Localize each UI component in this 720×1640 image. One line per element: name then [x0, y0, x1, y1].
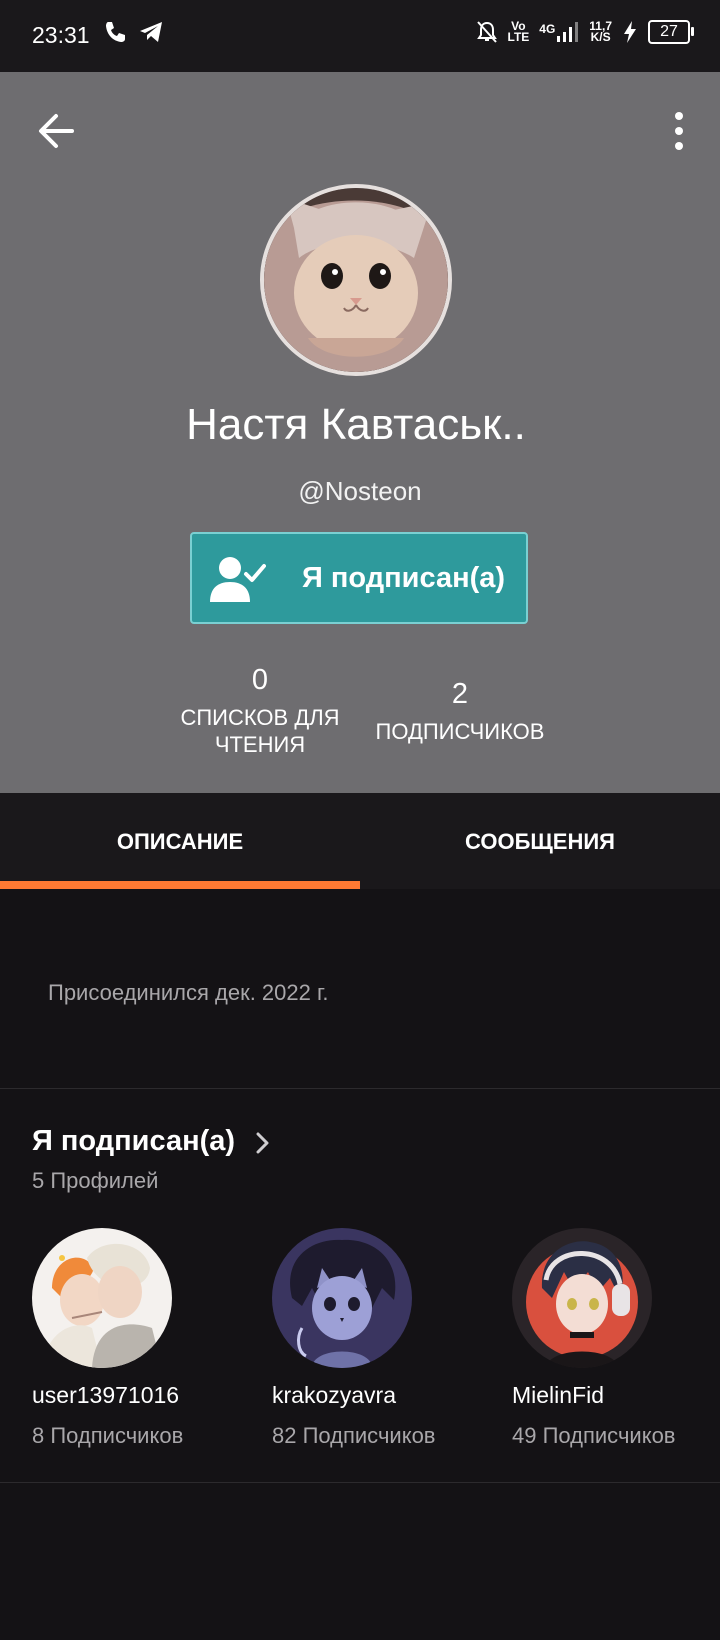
net-speed-unit: K/S: [590, 30, 611, 44]
cat-avatar-image: [264, 188, 448, 372]
profile-avatar: [260, 184, 452, 376]
followed-profile-avatar[interactable]: [512, 1228, 652, 1368]
telegram-icon: [140, 22, 162, 42]
phone-icon: [106, 22, 125, 42]
followed-profile-followers: 49 Подписчиков: [512, 1423, 676, 1448]
status-icons: Vo LTE 4G 11,7 K/S 27: [476, 20, 694, 44]
status-bar: 23:31 Vo LTE 4G 11,7 K/S 27: [0, 0, 720, 72]
following-button-label: Я подписан(а): [302, 562, 506, 594]
volte-indicator: Vo LTE: [507, 20, 530, 44]
anime-couple-avatar-image: [32, 1228, 172, 1368]
joined-date: Присоединился дек. 2022 г.: [48, 980, 329, 1005]
followed-profile-username[interactable]: MielinFid: [512, 1382, 604, 1409]
network-type: 4G: [539, 22, 556, 36]
following-button[interactable]: Я подписан(а): [190, 532, 528, 624]
following-count: 5 Профилей: [32, 1168, 159, 1193]
signal-indicator: 4G: [539, 22, 579, 42]
profile-header: Настя Кавтаськ.. @Nosteon Я подписан(а) …: [0, 72, 720, 793]
followed-profile-username[interactable]: user13971016: [32, 1382, 179, 1409]
charging-icon: [624, 21, 636, 43]
more-options-icon[interactable]: [664, 110, 694, 152]
signal-icon: [557, 22, 579, 42]
followed-profile-avatar[interactable]: [272, 1228, 412, 1368]
back-arrow-icon[interactable]: [36, 110, 78, 152]
battery-level: 27: [660, 23, 678, 40]
following-section-title[interactable]: Я подписан(а): [32, 1125, 235, 1158]
followed-profile-followers: 82 Подписчиков: [272, 1423, 436, 1448]
profile-handle: @Nosteon: [298, 476, 422, 506]
profile-name: Настя Кавтаськ..: [186, 400, 526, 449]
section-divider: [0, 1088, 720, 1089]
section-divider: [0, 1482, 720, 1483]
active-tab-indicator: [0, 881, 360, 889]
bell-muted-icon: [476, 21, 497, 43]
followed-profile-avatar[interactable]: [32, 1228, 172, 1368]
reading-lists-count[interactable]: 0: [160, 664, 360, 697]
followers-count[interactable]: 2: [360, 678, 560, 711]
followed-profile-username[interactable]: krakozyavra: [272, 1382, 396, 1409]
headphones-girl-avatar-image: [512, 1228, 652, 1368]
followed-profile-followers: 8 Подписчиков: [32, 1423, 184, 1448]
followers-label[interactable]: ПОДПИСЧИКОВ: [340, 718, 580, 745]
profile-tabs: ОПИСАНИЕ СООБЩЕНИЯ: [0, 793, 720, 889]
volte-bottom: LTE: [507, 30, 530, 44]
net-speed: 11,7 K/S: [589, 20, 612, 44]
status-time: 23:31: [32, 22, 90, 48]
battery-indicator: 27: [648, 20, 694, 44]
creature-avatar-image: [272, 1228, 412, 1368]
tab-description[interactable]: ОПИСАНИЕ: [0, 829, 360, 855]
chevron-right-icon[interactable]: [254, 1128, 272, 1158]
user-check-icon: [210, 557, 266, 602]
tab-messages[interactable]: СООБЩЕНИЯ: [360, 829, 720, 855]
